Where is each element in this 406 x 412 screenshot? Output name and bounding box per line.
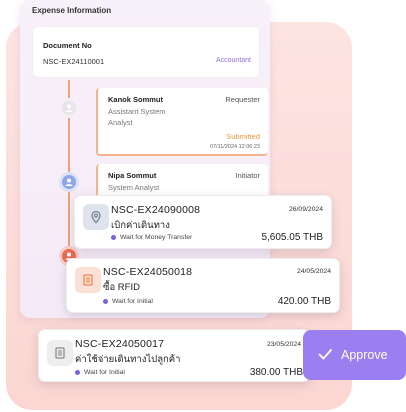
expense-card[interactable]: NSC-EX24050018 ซื้อ RFID 24/05/2024 Wait… (66, 258, 340, 313)
step-role: Requester (225, 95, 260, 104)
expense-date: 26/09/2024 (288, 206, 323, 213)
document-number: NSC-EX24110001 (43, 57, 105, 66)
location-pin-icon (83, 204, 109, 230)
checkmark-icon (317, 346, 333, 365)
status-dot (103, 299, 108, 304)
status-dot (75, 370, 80, 375)
step-role: Initiator (235, 171, 260, 180)
expense-description: ค่าใช้จ่ายเดินทางไปลูกค้า (75, 354, 181, 365)
status-badge: Wait for Initial (75, 369, 125, 376)
expense-amount: 5,605.05 THB (261, 232, 323, 243)
expense-description: เบิกค่าเดินทาง (111, 220, 170, 231)
step-position: System Analyst (108, 183, 160, 192)
document-icon (47, 340, 73, 366)
status-badge: Submitted (226, 132, 260, 141)
status-badge: Wait for Initial (103, 298, 153, 305)
avatar-icon (59, 98, 79, 118)
approve-label: Approve (341, 348, 388, 362)
expense-amount: 420.00 THB (277, 296, 331, 307)
status-dot (111, 235, 116, 240)
document-number: NSC-EX24050017 (75, 338, 165, 350)
expense-description: ซื้อ RFID (103, 282, 140, 293)
step-position: Assistant System (108, 107, 166, 116)
expense-date: 23/05/2024 (266, 341, 301, 348)
document-number: NSC-EX24050018 (103, 266, 193, 278)
document-card: Document No NSC-EX24110001 Accountant (32, 26, 260, 78)
expense-card[interactable]: NSC-EX24090008 เบิกค่าเดินทาง 26/09/2024… (74, 195, 332, 249)
receipt-icon (75, 267, 101, 293)
status-text: Wait for Initial (112, 298, 153, 305)
avatar-icon (59, 172, 79, 192)
status-text: Wait for Initial (84, 369, 125, 376)
expense-amount: 380.00 THB (249, 367, 303, 378)
document-number: NSC-EX24090008 (111, 204, 201, 216)
step-name: Nipa Sommut (108, 171, 157, 180)
document-label: Document No (43, 41, 92, 50)
expense-date: 24/05/2024 (296, 268, 331, 275)
expense-card[interactable]: NSC-EX24050017 ค่าใช้จ่ายเดินทางไปลูกค้า… (38, 329, 310, 382)
status-text: Wait for Money Transfer (120, 234, 193, 241)
panel-title: Expense Information (32, 6, 112, 15)
document-role: Accountant (215, 57, 251, 64)
step-date: 07/11/2024 12:06:23 (209, 144, 260, 150)
step-name: Kanok Sommut (108, 95, 164, 104)
approve-button[interactable]: Approve (303, 330, 406, 380)
timeline-step-requester: Kanok Sommut Requester Assistant System … (96, 88, 268, 156)
step-position: Analyst (108, 118, 133, 127)
status-badge: Wait for Money Transfer (111, 234, 192, 241)
